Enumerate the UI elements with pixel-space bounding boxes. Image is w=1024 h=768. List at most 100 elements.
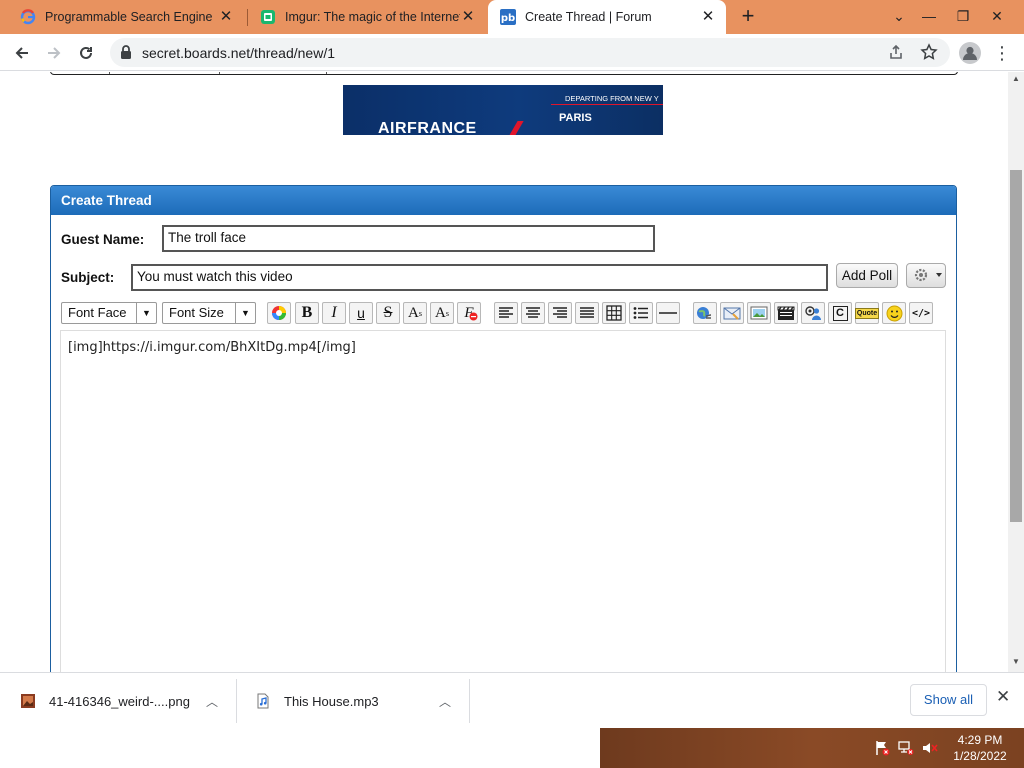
show-all-button[interactable]: Show all <box>910 684 987 716</box>
globe-link-icon <box>697 307 712 319</box>
flag-alert-icon[interactable] <box>874 740 890 756</box>
clock-time: 4:29 PM <box>957 733 1003 747</box>
settings-dropdown-button[interactable] <box>906 263 946 288</box>
table-icon <box>606 305 622 321</box>
insert-code-button[interactable]: C <box>828 302 852 324</box>
guest-name-label: Guest Name: <box>61 232 145 247</box>
color-picker-button[interactable] <box>267 302 291 324</box>
restore-button[interactable]: ❐ <box>946 0 980 34</box>
quote-glyph: Quote <box>854 307 880 319</box>
close-icon[interactable]: ✕ <box>460 9 476 25</box>
bullet-list-button[interactable] <box>629 302 653 324</box>
source-code-button[interactable]: </> <box>909 302 933 324</box>
download-divider <box>236 679 237 723</box>
gear-icon <box>914 268 942 282</box>
share-icon[interactable] <box>888 44 904 63</box>
advertisement-banner[interactable]: DEPARTING FROM NEW Y PARIS AIRFRANCE <box>343 85 663 135</box>
chevron-up-icon[interactable]: ︿ <box>206 693 218 710</box>
film-clapper-icon <box>777 306 795 320</box>
scroll-down-arrow[interactable]: ▼ <box>1012 657 1020 666</box>
insert-image-button[interactable] <box>747 302 771 324</box>
menu-kebab-icon[interactable]: ⋮ <box>988 39 1016 67</box>
profile-button[interactable] <box>956 39 984 67</box>
align-right-icon <box>553 307 567 318</box>
star-icon[interactable] <box>920 43 938 64</box>
tab-imgur[interactable]: Imgur: The magic of the Internet ✕ <box>248 0 486 34</box>
font-size-label: Font Size <box>169 305 224 320</box>
mention-user-button[interactable] <box>801 302 825 324</box>
tab-title: Create Thread | Forum <box>525 10 652 24</box>
align-left-button[interactable] <box>494 302 518 324</box>
image-icon <box>750 306 768 320</box>
font-face-select[interactable]: Font Face ▼ <box>61 302 157 324</box>
forum-nav-bar <box>50 72 958 75</box>
volume-muted-icon[interactable] <box>922 740 938 756</box>
reload-button[interactable] <box>72 39 100 67</box>
scroll-up-arrow[interactable]: ▲ <box>1012 74 1020 83</box>
align-center-icon <box>526 307 540 318</box>
align-center-button[interactable] <box>521 302 545 324</box>
insert-email-button[interactable] <box>720 302 744 324</box>
download-filename: This House.mp3 <box>284 693 379 709</box>
taskbar: 4:29 PM 1/28/2022 <box>0 728 1024 768</box>
minimize-button[interactable]: — <box>912 0 946 34</box>
code-glyph: C <box>832 305 848 321</box>
insert-video-button[interactable] <box>774 302 798 324</box>
back-button[interactable] <box>8 39 36 67</box>
chevron-up-icon[interactable]: ︿ <box>439 693 451 710</box>
bullet-list-icon <box>633 307 648 319</box>
chevron-down-icon[interactable]: ⌄ <box>882 0 916 34</box>
add-poll-button[interactable]: Add Poll <box>836 263 898 288</box>
chevron-down-icon: ▼ <box>136 303 156 323</box>
image-file-icon <box>21 694 35 708</box>
ad-divider <box>551 104 663 105</box>
page-viewport: DEPARTING FROM NEW Y PARIS AIRFRANCE Cre… <box>0 72 1008 672</box>
download-item-mp3[interactable]: This House.mp3 ︿ <box>255 673 469 729</box>
clear-formatting-button[interactable]: F <box>457 302 481 324</box>
close-icon[interactable]: ✕ <box>218 9 234 25</box>
emoji-button[interactable] <box>882 302 906 324</box>
tab-title: Programmable Search Engine <box>45 10 213 24</box>
underline-button[interactable]: u <box>349 302 373 324</box>
tab-create-thread[interactable]: pb Create Thread | Forum ✕ <box>488 0 726 34</box>
horizontal-rule-button[interactable] <box>656 302 680 324</box>
download-item-png[interactable]: 41-416346_weird-....png ︿ <box>20 673 236 729</box>
audio-file-icon <box>257 693 269 709</box>
color-wheel-icon <box>272 306 286 320</box>
subject-field[interactable]: You must watch this video <box>131 264 828 291</box>
font-size-select[interactable]: Font Size ▼ <box>162 302 256 324</box>
scrollbar-thumb[interactable] <box>1010 170 1022 522</box>
post-editor-textarea[interactable]: [img]https://i.imgur.com/BhXItDg.mp4[/im… <box>60 330 946 672</box>
insert-link-button[interactable] <box>693 302 717 324</box>
no-icon <box>469 312 478 321</box>
superscript-button[interactable]: As <box>403 302 427 324</box>
panel-title: Create Thread <box>51 186 956 215</box>
justify-button[interactable] <box>575 302 599 324</box>
bold-button[interactable]: B <box>295 302 319 324</box>
page-scrollbar[interactable]: ▲ ▼ <box>1008 72 1024 672</box>
insert-quote-button[interactable]: Quote <box>854 302 880 324</box>
new-tab-button[interactable]: + <box>736 5 760 29</box>
forward-button[interactable] <box>40 39 68 67</box>
tab-programmable-search[interactable]: Programmable Search Engine ✕ <box>8 0 244 34</box>
insert-table-button[interactable] <box>602 302 626 324</box>
lock-icon <box>120 45 132 62</box>
strikethrough-button[interactable]: S <box>376 302 400 324</box>
align-right-button[interactable] <box>548 302 572 324</box>
system-clock[interactable]: 4:29 PM 1/28/2022 <box>944 732 1016 764</box>
download-bar: 41-416346_weird-....png ︿ This House.mp3… <box>0 672 1024 728</box>
smiley-icon <box>886 305 902 321</box>
guest-name-field[interactable]: The troll face <box>162 225 655 252</box>
align-left-icon <box>499 307 513 318</box>
address-bar[interactable]: secret.boards.net/thread/new/1 <box>110 38 950 67</box>
font-face-label: Font Face <box>68 305 127 320</box>
subscript-button[interactable]: As <box>430 302 454 324</box>
users-icon <box>805 306 821 320</box>
close-icon[interactable]: ✕ <box>996 687 1010 707</box>
close-icon[interactable]: ✕ <box>700 9 716 25</box>
italic-button[interactable]: I <box>322 302 346 324</box>
forward-arrow-icon <box>48 47 61 59</box>
imgur-icon <box>260 9 276 25</box>
network-icon[interactable] <box>898 740 914 756</box>
window-close-button[interactable]: ✕ <box>980 0 1014 34</box>
